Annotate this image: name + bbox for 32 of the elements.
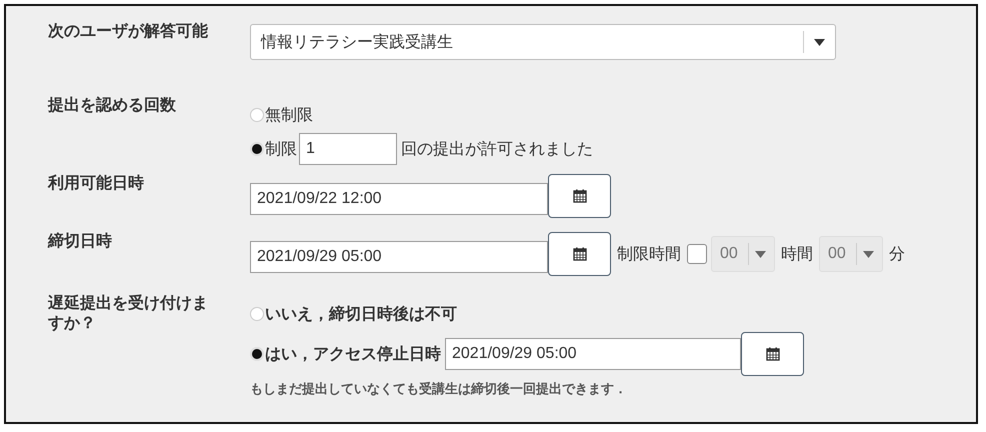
calendar-button[interactable]	[548, 232, 611, 276]
caret-icon	[814, 38, 825, 46]
calendar-icon	[572, 189, 586, 203]
calendar-button[interactable]	[741, 332, 804, 376]
field-label: 締切日時	[48, 232, 113, 252]
caret-icon	[863, 250, 874, 258]
calendar-icon	[572, 247, 586, 261]
caret-icon	[755, 250, 766, 258]
field-label: 提出を認める回数	[48, 96, 177, 116]
recipient-select[interactable]: 情報リテラシー実践受講生	[250, 24, 836, 60]
field-label: 次のユーザが解答可能	[48, 22, 209, 42]
count-input[interactable]: 1	[299, 133, 397, 165]
option-label: 無制限	[265, 106, 313, 126]
option-label: はい，アクセス停止日時	[265, 344, 441, 364]
field-label: 遅延提出を受け付けますか？	[48, 294, 209, 334]
option-suffix: 回の提出が許可されました	[401, 140, 593, 160]
date-input[interactable]: 2021/09/29 05:00	[250, 241, 548, 273]
unit-label: 分	[889, 244, 905, 264]
radio-button[interactable]	[250, 108, 264, 122]
date-input[interactable]: 2021/09/22 12:00	[250, 183, 548, 215]
unit-label: 時間	[781, 244, 813, 264]
radio-button[interactable]	[250, 347, 264, 361]
field-label: 利用可能日時	[48, 174, 145, 194]
radio-button[interactable]	[250, 307, 264, 321]
time-limit-label: 制限時間	[617, 244, 681, 264]
help-text: もしまだ提出していなくても受講生は締切後一回提出できます．	[250, 380, 628, 398]
option-label: 制限	[265, 140, 297, 160]
date-input[interactable]: 2021/09/29 05:00	[445, 338, 741, 370]
calendar-icon	[766, 347, 780, 361]
calendar-button[interactable]	[548, 174, 611, 218]
radio-button[interactable]	[250, 142, 264, 156]
option-label: いいえ，締切日時後は不可	[265, 304, 457, 324]
